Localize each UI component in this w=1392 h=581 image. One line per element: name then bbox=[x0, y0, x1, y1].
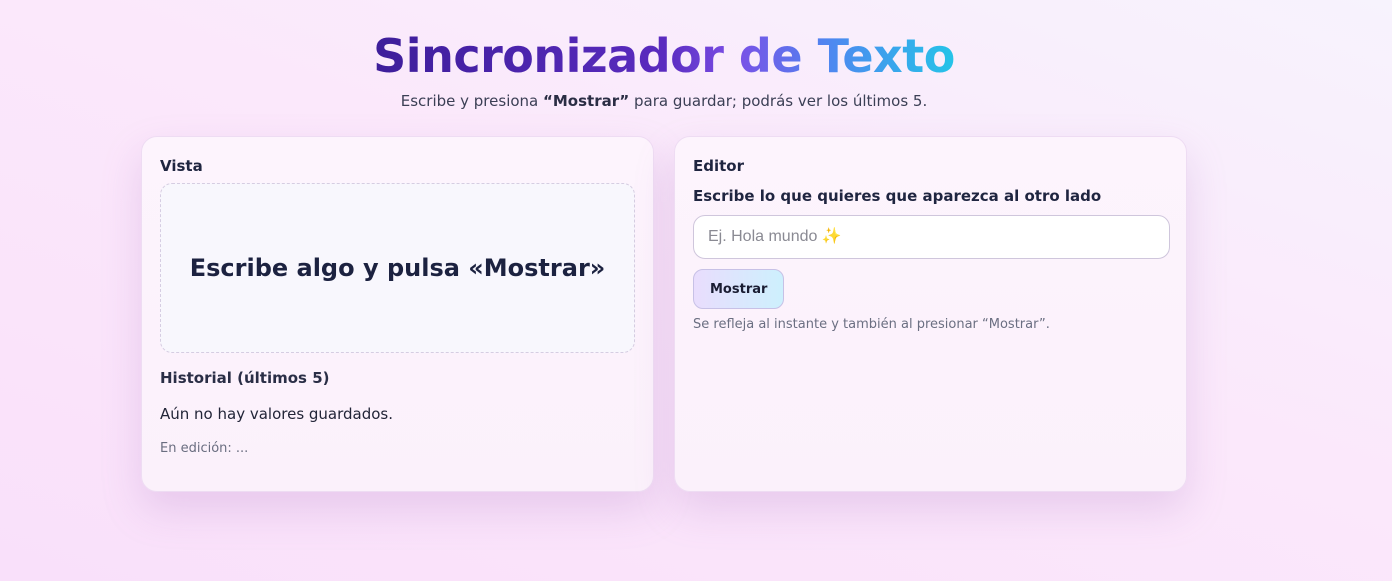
hint-text: Se refleja al instante y también al pres… bbox=[693, 317, 1050, 332]
preview-text: Escribe algo y pulsa «Mostrar» bbox=[189, 254, 606, 282]
page-header: Sincronizador de Texto Escribe y presion… bbox=[0, 28, 1328, 110]
editor-panel: Editor Escribe lo que quieres que aparez… bbox=[674, 136, 1187, 492]
history-empty-message: Aún no hay valores guardados. bbox=[160, 405, 394, 423]
text-input[interactable] bbox=[693, 215, 1170, 259]
editor-panel-label: Editor bbox=[693, 157, 744, 175]
preview-box: Escribe algo y pulsa «Mostrar» bbox=[160, 183, 635, 353]
editing-status: En edición: ... bbox=[160, 441, 249, 456]
view-panel-label: Vista bbox=[160, 157, 203, 175]
subtitle-text-end: para guardar; podrás ver los últimos 5. bbox=[629, 92, 928, 110]
history-title: Historial (últimos 5) bbox=[160, 369, 330, 387]
page-title: Sincronizador de Texto bbox=[373, 29, 955, 83]
subtitle-emphasis: “Mostrar” bbox=[543, 92, 630, 110]
show-button[interactable]: Mostrar bbox=[693, 269, 785, 309]
subtitle-text-start: Escribe y presiona bbox=[400, 92, 544, 110]
view-panel: Vista Escribe algo y pulsa «Mostrar» His… bbox=[141, 136, 654, 492]
text-field-label: Escribe lo que quieres que aparezca al o… bbox=[693, 187, 1102, 205]
page-subtitle: Escribe y presiona “Mostrar” para guarda… bbox=[0, 92, 1328, 110]
